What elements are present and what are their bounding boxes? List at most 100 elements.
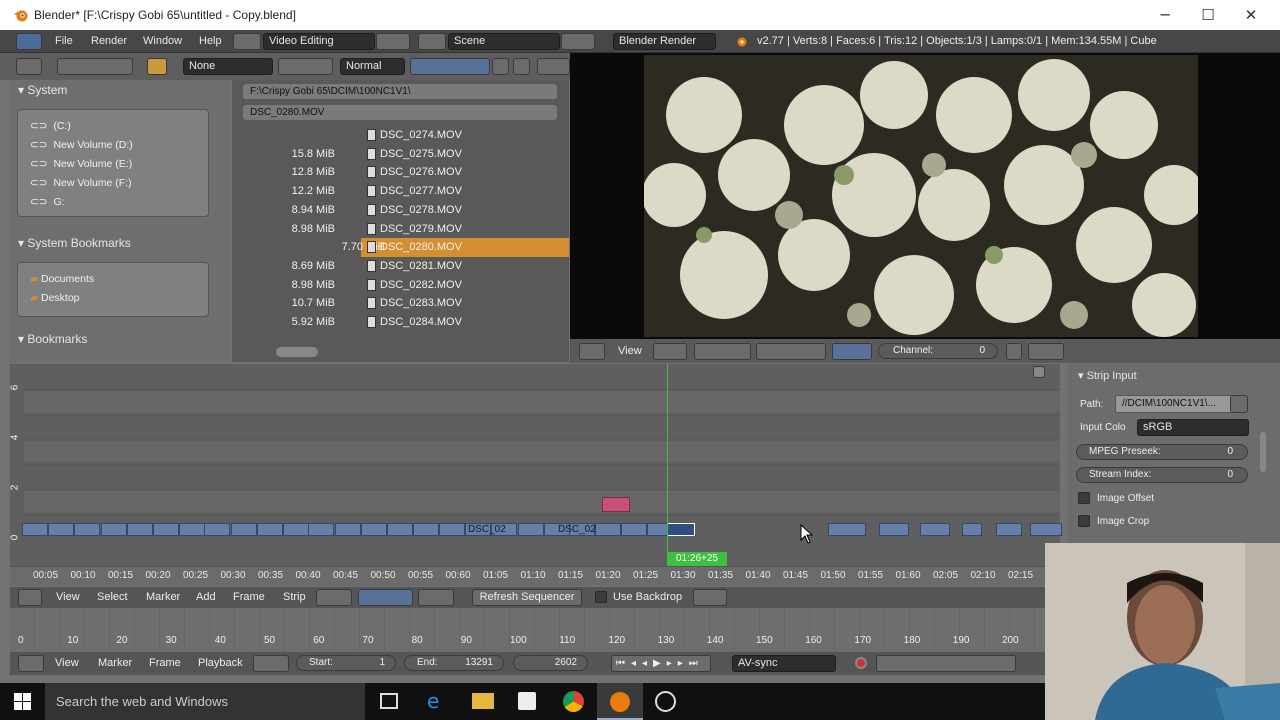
view-type-buttons[interactable] [358,589,413,606]
strip-input-header[interactable]: ▾ Strip Input [1078,369,1137,382]
file-row[interactable]: 8.98 MiB DSC_0279.MOV [232,220,569,239]
menu-frame[interactable]: Frame [233,591,265,603]
file-explorer-icon[interactable] [472,693,494,709]
image-crop-checkbox[interactable] [1078,515,1090,527]
start-frame-field[interactable]: Start: 1 [296,655,396,671]
movie-strip[interactable] [920,523,950,536]
menu-window[interactable]: Window [143,35,182,47]
menu-view[interactable]: View [618,345,642,357]
movie-strip[interactable] [283,523,309,536]
hidden-files-toggle[interactable] [492,58,509,75]
editor-type-icon[interactable] [16,58,42,75]
record-icon[interactable] [855,657,867,669]
view-mode-buttons[interactable] [694,343,751,360]
volume-item[interactable]: ⊂⊃ (C:) [30,120,71,132]
keying-set-field[interactable] [876,655,1016,672]
end-frame-field[interactable]: End: 13291 [404,655,504,671]
playhead[interactable] [667,364,668,564]
movie-strip[interactable] [179,523,205,536]
search-box[interactable]: Search the web and Windows [45,683,365,720]
bookmark-item[interactable]: ▰ Documents [30,273,94,285]
movie-strip[interactable] [413,523,439,536]
file-row[interactable]: DSC_0274.MOV [232,126,569,145]
display-mode-buttons[interactable] [278,58,333,75]
menu-add[interactable]: Add [196,591,216,603]
menu-playback[interactable]: Playback [198,657,243,669]
file-row[interactable]: 5.92 MiB DSC_0284.MOV [232,313,569,332]
overlay-buttons[interactable] [418,589,454,606]
filename-field[interactable]: DSC_0280.MOV [242,104,558,121]
recent-filter-dropdown[interactable]: None [183,58,273,75]
channel-field[interactable]: Channel: 0 [878,343,998,359]
horizontal-scrollbar[interactable] [276,347,318,357]
refresh-sequencer-button[interactable]: Refresh Sequencer [472,589,582,606]
movie-strip[interactable] [879,523,909,536]
menu-marker[interactable]: Marker [98,657,132,669]
volume-item[interactable]: ⊂⊃ New Volume (F:) [30,177,132,189]
add-panel-icon[interactable] [1033,366,1045,378]
movie-strip[interactable] [621,523,647,536]
maximize-button[interactable]: ☐ [1197,4,1219,26]
scene-add-remove[interactable] [561,33,595,50]
new-folder-icon[interactable] [147,58,167,75]
chrome-icon[interactable] [563,691,584,712]
display-toggles[interactable] [653,343,687,360]
render-engine-dropdown[interactable]: Blender Render [613,33,716,50]
movie-strip[interactable] [439,523,465,536]
movie-strip[interactable] [361,523,387,536]
file-row[interactable]: 12.2 MiB DSC_0277.MOV [232,182,569,201]
movie-strip[interactable] [127,523,153,536]
render-buttons[interactable] [1028,343,1064,360]
directory-path-field[interactable]: F:\Crispy Gobi 65\DCIM\100NC1V1\ [242,83,558,100]
file-row[interactable]: 8.69 MiB DSC_0281.MOV [232,257,569,276]
obs-icon[interactable] [655,691,676,712]
navigation-buttons[interactable] [57,58,133,75]
properties-scrollbar[interactable] [1260,432,1266,472]
file-row[interactable]: 8.94 MiB DSC_0278.MOV [232,201,569,220]
mpeg-preseek-field[interactable]: MPEG Preseek: 0 [1076,444,1248,460]
bookmark-item[interactable]: ▰ Desktop [30,292,80,304]
movie-strip[interactable] [387,523,413,536]
editor-type-icon[interactable] [579,343,605,360]
overlay-buttons[interactable] [756,343,826,360]
path-field[interactable]: //DCIM\100NC1V1\... [1115,395,1235,413]
task-view-icon[interactable] [380,693,398,709]
meta-strip[interactable] [602,497,630,512]
movie-strip[interactable] [828,523,866,536]
editor-type-icon[interactable] [18,655,44,672]
scene-icon[interactable] [418,33,446,50]
movie-strip[interactable] [101,523,127,536]
preview-range-toggles[interactable] [253,655,289,672]
movie-strip[interactable] [48,523,74,536]
edge-icon[interactable]: e [427,689,439,713]
colorspace-dropdown[interactable]: sRGB [1137,419,1249,436]
movie-strip[interactable] [231,523,257,536]
menu-select[interactable]: Select [97,591,128,603]
bookmarks-header[interactable]: ▾ Bookmarks [18,332,87,346]
sort-buttons[interactable] [410,58,490,75]
movie-strip[interactable] [518,523,544,536]
file-row[interactable]: 12.8 MiB DSC_0276.MOV [232,163,569,182]
movie-strip[interactable] [1030,523,1062,536]
screen-add-remove[interactable] [376,33,410,50]
movie-strip[interactable] [308,523,334,536]
file-browse-icon[interactable] [1230,395,1248,413]
use-backdrop-checkbox[interactable] [595,591,607,603]
windows-start-icon[interactable] [14,693,31,710]
render-buttons[interactable] [693,589,727,606]
movie-strip[interactable] [22,523,48,536]
file-row[interactable]: 8.98 MiB DSC_0282.MOV [232,276,569,295]
menu-view[interactable]: View [55,657,79,669]
lock-icon[interactable] [1006,343,1022,360]
movie-strip[interactable] [962,523,982,536]
system-bookmarks-header[interactable]: ▾ System Bookmarks [18,236,131,250]
volume-item[interactable]: ⊂⊃ G: [30,196,65,208]
stream-index-field[interactable]: Stream Index: 0 [1076,467,1248,483]
menu-file[interactable]: File [55,35,73,47]
display-size-dropdown[interactable]: Normal [340,58,405,75]
movie-strip[interactable] [257,523,283,536]
current-frame-field[interactable]: 2602 [513,655,588,671]
movie-strip[interactable] [74,523,100,536]
image-offset-checkbox[interactable] [1078,492,1090,504]
menu-marker[interactable]: Marker [146,591,180,603]
